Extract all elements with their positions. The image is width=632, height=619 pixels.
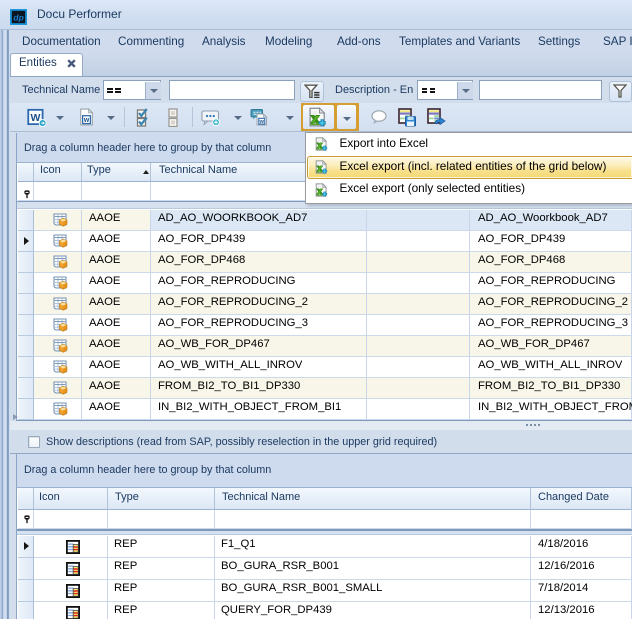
svg-text:dp: dp <box>13 13 23 23</box>
svg-text:w: w <box>259 119 265 125</box>
svg-text:w: w <box>83 117 90 124</box>
